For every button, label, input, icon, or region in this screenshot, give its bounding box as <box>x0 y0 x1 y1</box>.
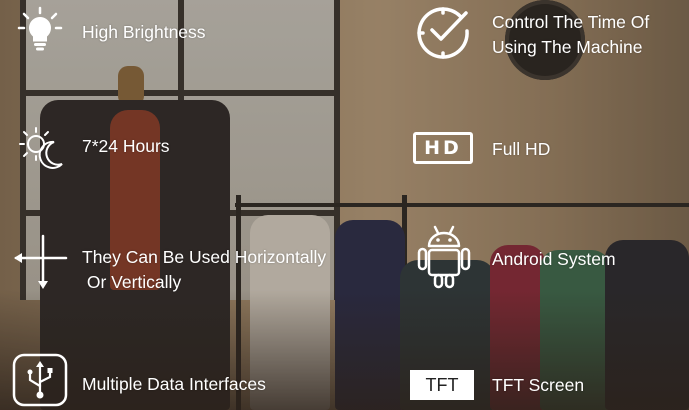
hd-icon: HD <box>413 132 473 164</box>
clock-check-icon <box>414 4 472 62</box>
sun-moon-icon <box>14 122 70 172</box>
background-photo <box>0 0 689 410</box>
time-control-label-line1: Control The Time Of <box>492 12 650 32</box>
hd-badge-text: HD <box>424 137 462 159</box>
image-tint <box>0 0 689 410</box>
tft-badge: TFT <box>410 370 474 400</box>
android-label: Android System <box>492 249 616 269</box>
usb-icon <box>12 353 68 407</box>
data-interfaces-label: Multiple Data Interfaces <box>82 374 266 394</box>
hours-label: 7*24 Hours <box>82 136 170 156</box>
orientation-label-line1: They Can Be Used Horizontally <box>82 247 327 267</box>
arrows-cross-icon <box>12 232 70 290</box>
full-hd-label: Full HD <box>492 139 551 159</box>
time-control-label-line2: Using The Machine <box>492 37 643 57</box>
orientation-label-line2: Or Vertically <box>82 272 182 292</box>
tft-label: TFT Screen <box>492 375 585 395</box>
lightbulb-icon <box>16 6 64 54</box>
android-icon <box>416 224 472 290</box>
high-brightness-label: High Brightness <box>82 22 206 42</box>
